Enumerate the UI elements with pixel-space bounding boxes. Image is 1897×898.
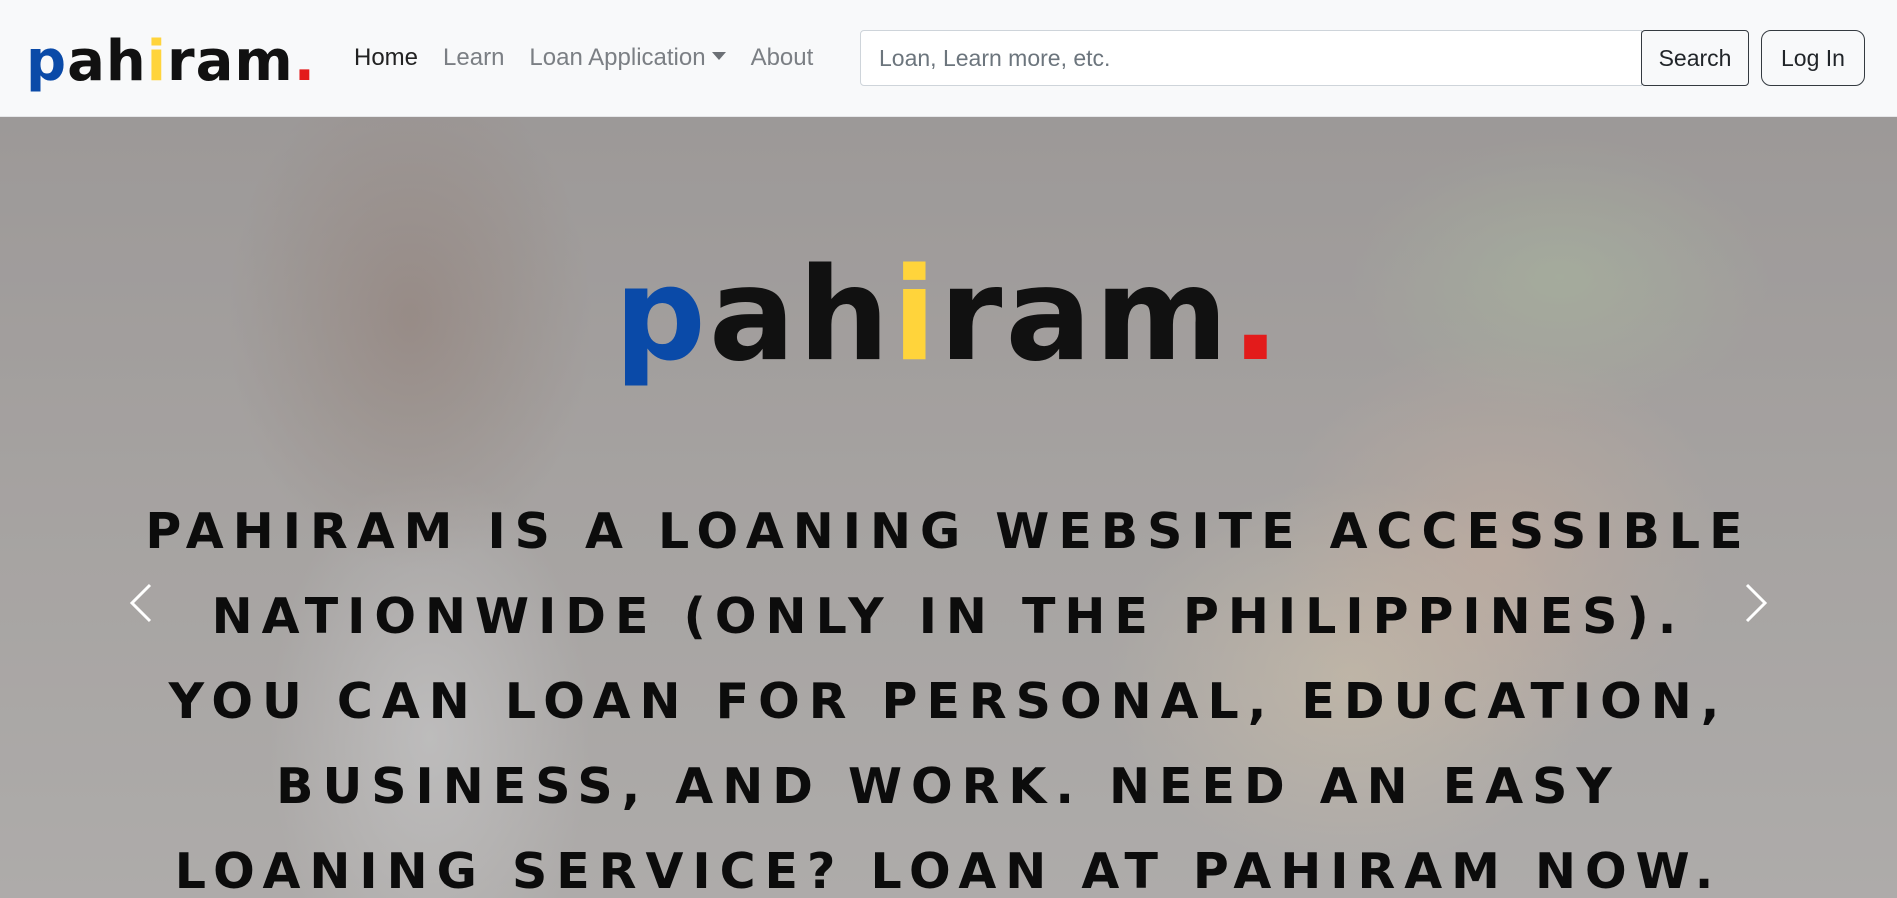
nav-loan-application-dropdown[interactable]: Loan Application (529, 44, 726, 72)
nav-links: Home Learn Loan Application About (354, 44, 813, 72)
brand-letter: h (105, 29, 147, 94)
carousel-prev-button[interactable] (122, 563, 162, 643)
hero-carousel: pahiram. PAHIRAM IS A LOANING WEBSITE AC… (0, 117, 1897, 898)
nav-learn[interactable]: Learn (443, 44, 504, 72)
brand-logo[interactable]: pahiram. (26, 10, 316, 90)
hero-logo-letter: a (1005, 241, 1095, 390)
brand-letter: p (26, 29, 68, 94)
hero-logo-letter: a (708, 241, 799, 390)
hero-logo: pahiram. (0, 252, 1897, 380)
hero-logo-letter: . (1231, 241, 1283, 390)
brand-letter: a (67, 29, 106, 94)
navbar: pahiram. Home Learn Loan Application Abo… (0, 0, 1897, 117)
hero-logo-letter: p (614, 241, 709, 390)
brand-letter: r (166, 29, 196, 94)
hero-description: PAHIRAM IS A LOANING WEBSITE ACCESSIBLE … (145, 503, 1752, 898)
nav-home[interactable]: Home (354, 44, 418, 72)
search-button[interactable]: Search (1641, 30, 1749, 86)
brand-letter: m (234, 29, 294, 94)
nav-about[interactable]: About (751, 44, 814, 72)
chevron-left-icon (129, 583, 152, 623)
caret-down-icon (711, 51, 726, 60)
hero-logo-letter: i (892, 241, 940, 390)
chevron-right-icon (1745, 583, 1768, 623)
brand-letter: a (195, 29, 235, 94)
hero-logo-letter: h (798, 241, 893, 390)
brand-letter: . (293, 29, 317, 94)
brand-letter: i (146, 29, 167, 94)
hero-logo-letter: r (939, 241, 1006, 390)
carousel-next-button[interactable] (1735, 563, 1775, 643)
hero-logo-letter: m (1094, 241, 1232, 390)
nav-loan-application-label: Loan Application (529, 44, 706, 71)
search-input[interactable] (860, 30, 1642, 86)
login-button[interactable]: Log In (1761, 30, 1865, 86)
